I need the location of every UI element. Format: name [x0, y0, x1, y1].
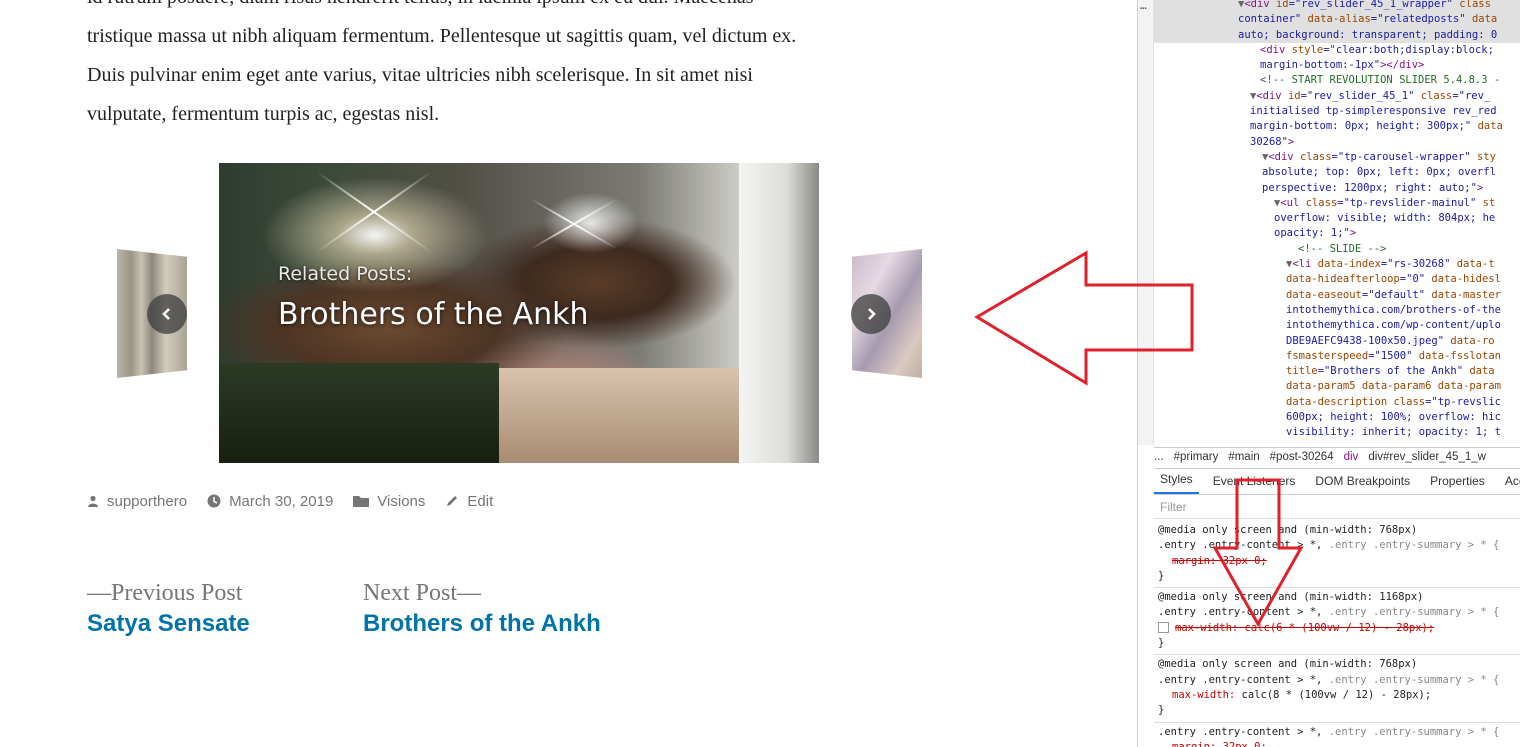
slider-main-slide[interactable]: Related Posts: Brothers of the Ankh [219, 163, 819, 463]
breadcrumb-item[interactable]: div [1344, 450, 1359, 465]
elements-gutter: … [1138, 0, 1154, 445]
post-author: supporthero [87, 493, 187, 510]
previous-post-kicker: —Previous Post [87, 580, 243, 606]
breadcrumb-item[interactable]: div#rev_slider_45_1_w [1368, 450, 1486, 465]
previous-post-title[interactable]: Satya Sensate [87, 608, 250, 640]
styles-filter-input[interactable]: Filter [1154, 500, 1520, 519]
slider-next-button[interactable] [851, 294, 891, 334]
css-rule[interactable]: @media only screen and (min-width: 768px… [1154, 655, 1520, 723]
paragraph-line: Duis pulvinar enim eget ante varius, vit… [87, 64, 753, 86]
property-checkbox[interactable] [1158, 622, 1169, 634]
slide-photo-detail [739, 163, 819, 463]
tab-styles[interactable]: Styles [1154, 472, 1199, 494]
next-post-title[interactable]: Brothers of the Ankh [363, 608, 601, 640]
slide-kicker: Related Posts: [278, 263, 413, 285]
slide-title[interactable]: Brothers of the Ankh [278, 297, 589, 332]
tab-dom-breakpoints[interactable]: DOM Breakpoints [1309, 474, 1416, 494]
folder-icon [353, 496, 370, 507]
devtools-panel: … ▼<div id="rev_slider_45_1_wrapper" cla… [1137, 0, 1520, 747]
paragraph-line: tristique massa ut nibh aliquam fermentu… [87, 25, 797, 47]
elements-tree[interactable]: ▼<div id="rev_slider_45_1_wrapper" class… [1154, 0, 1520, 445]
next-post-link[interactable]: Next Post— Brothers of the Ankh [363, 578, 601, 640]
webpage: id rutrum posuere, diam risus hendrerit … [0, 0, 1137, 747]
tab-accessibility[interactable]: Acce [1499, 474, 1520, 494]
slider-prev-button[interactable] [147, 294, 187, 334]
entry-meta: supporthero March 30, 2019 Visions Edit [87, 490, 513, 512]
dom-breadcrumb: ... #primary #main #post-30264 div div#r… [1154, 447, 1520, 469]
paragraph-line: vulputate, fermentum turpis ac, egestas … [87, 103, 440, 125]
pencil-icon [447, 496, 458, 506]
tab-properties[interactable]: Properties [1424, 474, 1491, 494]
css-rule[interactable]: @media only screen and (min-width: 1168p… [1154, 588, 1520, 656]
article-paragraph: id rutrum posuere, diam risus hendrerit … [87, 0, 887, 134]
tab-event-listeners[interactable]: Event Listeners [1207, 474, 1302, 494]
clock-icon [207, 494, 221, 508]
post-date: March 30, 2019 [207, 493, 333, 510]
more-icon[interactable]: … [1140, 0, 1147, 13]
next-post-kicker: Next Post— [363, 580, 482, 606]
edit-link[interactable]: Edit [467, 493, 493, 510]
paragraph-line: id rutrum posuere, diam risus hendrerit … [87, 0, 887, 17]
person-icon [88, 495, 98, 507]
chevron-left-icon [162, 308, 170, 320]
css-rule[interactable]: .entry .entry-content > *, .entry .entry… [1154, 723, 1520, 747]
devtools-subtabs: Styles Event Listeners DOM Breakpoints P… [1154, 470, 1520, 495]
date-link[interactable]: March 30, 2019 [229, 493, 333, 510]
breadcrumb-item[interactable]: #main [1228, 450, 1259, 465]
breadcrumb-item[interactable]: #primary [1174, 450, 1219, 465]
breadcrumb-item[interactable]: ... [1154, 450, 1164, 465]
css-rule[interactable]: @media only screen and (min-width: 768px… [1154, 521, 1520, 589]
breadcrumb-item[interactable]: #post-30264 [1270, 450, 1334, 465]
author-link[interactable]: supporthero [107, 493, 187, 510]
category-link[interactable]: Visions [377, 493, 425, 510]
post-edit: Edit [445, 493, 493, 510]
css-rules: @media only screen and (min-width: 768px… [1154, 521, 1520, 747]
previous-post-link[interactable]: —Previous Post Satya Sensate [87, 578, 250, 640]
chevron-right-icon [868, 308, 876, 320]
slide-photo-detail [499, 368, 739, 463]
slide-photo-detail [219, 363, 499, 463]
post-category: Visions [353, 493, 425, 510]
